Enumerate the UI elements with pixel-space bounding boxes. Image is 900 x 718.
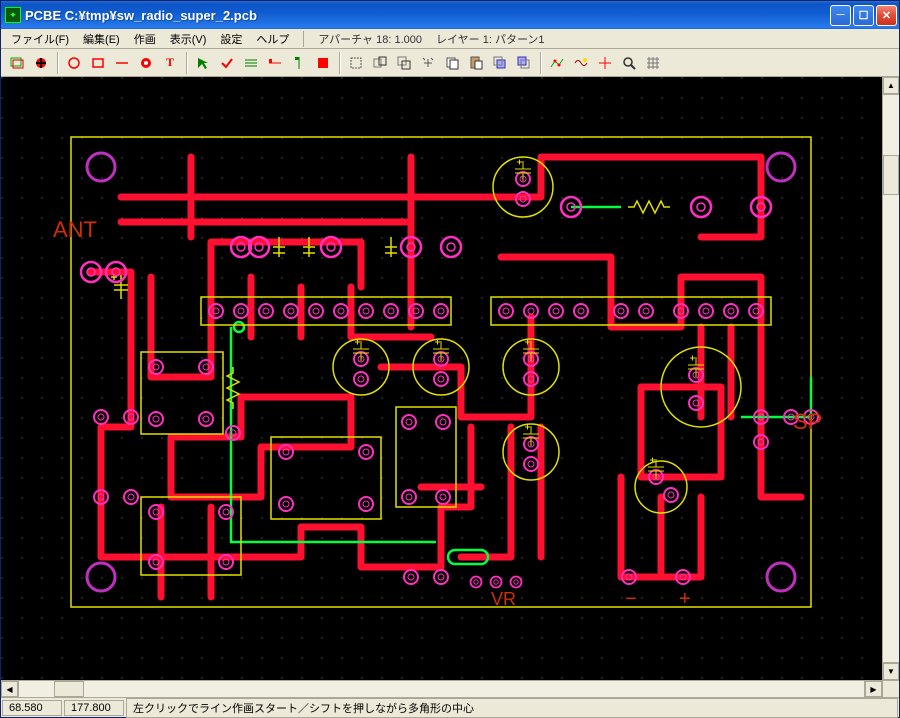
tool-fill-icon[interactable] [312, 52, 334, 74]
app-icon: ✦ [5, 7, 21, 23]
tool-net-icon[interactable] [546, 52, 568, 74]
tool-back-icon[interactable] [513, 52, 535, 74]
scroll-up-button[interactable]: ▲ [883, 77, 899, 94]
scroll-left-button[interactable]: ◀ [1, 681, 18, 697]
menu-help[interactable]: ヘルプ [250, 29, 295, 49]
toolbar-separator [339, 52, 340, 74]
menu-separator [303, 31, 304, 47]
tool-layer-icon[interactable] [6, 52, 28, 74]
status-bar: 68.580 177.800 左クリックでライン作画スタート／シフトを押しながら… [1, 697, 899, 717]
status-y: 177.800 [64, 700, 124, 716]
tool-hlines-icon[interactable] [240, 52, 262, 74]
tool-zoom-icon[interactable] [618, 52, 640, 74]
tool-grid-icon[interactable] [642, 52, 664, 74]
scroll-thumb[interactable] [883, 155, 899, 195]
tool-vflag-icon[interactable] [288, 52, 310, 74]
toolbar: T [1, 49, 899, 77]
menu-bar: ファイル(F) 編集(E) 作画 表示(V) 設定 ヘルプ アパーチャ 18: … [1, 29, 899, 49]
tool-select-rect-icon[interactable] [345, 52, 367, 74]
status-x: 68.580 [2, 700, 62, 716]
svg-text:SP: SP [793, 409, 822, 434]
layer-indicator: レイヤー 1: パターン1 [430, 30, 551, 48]
tool-paste-icon[interactable] [465, 52, 487, 74]
toolbar-separator [540, 52, 541, 74]
svg-text:VR: VR [491, 589, 516, 609]
menu-settings[interactable]: 設定 [214, 29, 248, 49]
tool-pad-icon[interactable] [135, 52, 157, 74]
horizontal-scrollbar[interactable]: ◀ ▶ [1, 680, 899, 697]
tool-expand-icon[interactable] [417, 52, 439, 74]
scroll-track[interactable] [883, 94, 899, 663]
maximize-button[interactable]: ☐ [853, 5, 874, 26]
tool-arrow-icon[interactable] [192, 52, 214, 74]
tool-overlap-icon[interactable] [393, 52, 415, 74]
tool-front-icon[interactable] [489, 52, 511, 74]
minimize-button[interactable]: ─ [830, 5, 851, 26]
scroll-track[interactable] [18, 681, 865, 697]
svg-text:ANT: ANT [53, 217, 97, 242]
menu-file[interactable]: ファイル(F) [5, 29, 75, 49]
tool-rect-icon[interactable] [87, 52, 109, 74]
pcb-canvas[interactable]: ANT SP VR − + [1, 77, 882, 680]
tool-flash-icon[interactable] [30, 52, 52, 74]
scroll-right-button[interactable]: ▶ [865, 681, 882, 697]
tool-circle-icon[interactable] [63, 52, 85, 74]
tool-copy-icon[interactable] [441, 52, 463, 74]
scroll-down-button[interactable]: ▼ [883, 663, 899, 680]
tool-wave-icon[interactable] [570, 52, 592, 74]
close-button[interactable]: ✕ [876, 5, 897, 26]
scroll-thumb[interactable] [54, 681, 84, 697]
tool-text-icon[interactable]: T [159, 52, 181, 74]
svg-text:−: − [625, 588, 637, 610]
aperture-indicator: アパーチャ 18: 1.000 [312, 30, 428, 48]
window-title: PCBE C:¥tmp¥sw_radio_super_2.pcb [25, 8, 830, 23]
vertical-scrollbar[interactable]: ▲ ▼ [882, 77, 899, 680]
menu-view[interactable]: 表示(V) [164, 29, 213, 49]
svg-text:+: + [679, 588, 691, 610]
title-bar: ✦ PCBE C:¥tmp¥sw_radio_super_2.pcb ─ ☐ ✕ [1, 1, 899, 29]
tool-crosshair-icon[interactable] [594, 52, 616, 74]
tool-hflag-icon[interactable] [264, 52, 286, 74]
status-message: 左クリックでライン作画スタート／シフトを押しながら多角形の中心 [126, 698, 898, 718]
tool-line-icon[interactable] [111, 52, 133, 74]
tool-cut-icon[interactable] [369, 52, 391, 74]
menu-draw[interactable]: 作画 [128, 29, 162, 49]
toolbar-separator [57, 52, 58, 74]
scroll-corner [882, 681, 899, 697]
tool-check-icon[interactable] [216, 52, 238, 74]
menu-edit[interactable]: 編集(E) [77, 29, 126, 49]
toolbar-separator [186, 52, 187, 74]
